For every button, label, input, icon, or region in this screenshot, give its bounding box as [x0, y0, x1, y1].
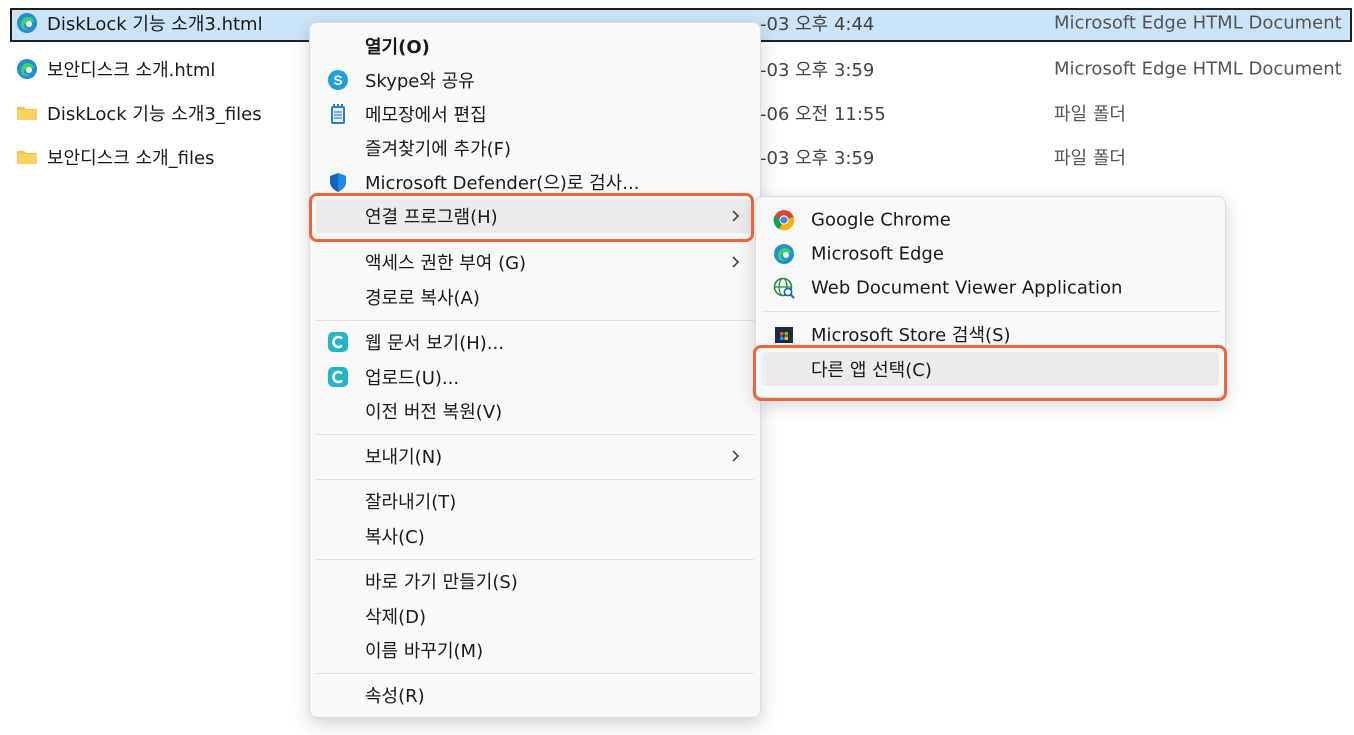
skype-icon: S: [328, 70, 348, 90]
submenu-item-label: Web Document Viewer Application: [811, 277, 1123, 299]
menu-item-label: 속성(R): [365, 686, 425, 707]
file-name: DiskLock 기능 소개3_files: [47, 104, 262, 125]
menu-item-rename[interactable]: 이름 바꾸기(M): [316, 633, 754, 667]
file-name: 보안디스크 소개_files: [47, 148, 215, 169]
menu-item-defender-scan[interactable]: Microsoft Defender(으)로 검사...: [316, 165, 754, 199]
menu-item-open-with[interactable]: 연결 프로그램(H): [316, 199, 754, 233]
menu-item-label: 잘라내기(T): [365, 492, 457, 513]
submenu-item-label: 다른 앱 선택(C): [811, 360, 932, 381]
menu-item-label: 웹 문서 보기(H)...: [365, 333, 504, 354]
svg-text:S: S: [333, 72, 342, 88]
file-type: 파일 폴더: [1054, 104, 1126, 125]
menu-item-label: 액세스 권한 부여 (G): [365, 253, 527, 274]
menu-item-label: 열기(O): [365, 37, 430, 58]
menu-separator: [316, 559, 754, 560]
menu-item-label: 복사(C): [365, 527, 425, 548]
menu-item-label: 바로 가기 만들기(S): [365, 572, 518, 593]
menu-item-add-favorites[interactable]: 즐겨찾기에 추가(F): [316, 131, 754, 165]
menu-item-open[interactable]: 열기(O): [316, 29, 754, 63]
menu-item-share-skype[interactable]: S Skype와 공유: [316, 63, 754, 97]
menu-separator: [762, 311, 1219, 312]
menu-item-send-to[interactable]: 보내기(N): [316, 439, 754, 473]
submenu-item-store-search[interactable]: Microsoft Store 검색(S): [762, 317, 1219, 351]
submenu-item-google-chrome[interactable]: Google Chrome: [762, 203, 1219, 237]
menu-item-copy-as-path[interactable]: 경로로 복사(A): [316, 280, 754, 314]
chevron-right-icon: [732, 450, 740, 462]
menu-item-upload[interactable]: 업로드(U)...: [316, 360, 754, 394]
explorer-window: DiskLock 기능 소개3.html -03 오후 4:44 Microso…: [0, 0, 1354, 735]
cloud-c-icon: [328, 332, 348, 352]
file-type: 파일 폴더: [1054, 148, 1126, 169]
submenu-item-label: Google Chrome: [811, 209, 951, 231]
file-date: -03 오후 3:59: [760, 148, 875, 169]
menu-item-label: 삭제(D): [365, 607, 427, 628]
context-menu: 열기(O) S Skype와 공유 메모장에서 편집 즐겨찾기에 추가(F) M…: [309, 22, 761, 718]
menu-item-cut[interactable]: 잘라내기(T): [316, 484, 754, 518]
file-name: DiskLock 기능 소개3.html: [47, 14, 263, 35]
menu-item-label: 업로드(U)...: [365, 368, 460, 389]
submenu-item-choose-another-app[interactable]: 다른 앱 선택(C): [762, 352, 1219, 386]
submenu-item-label: Microsoft Store 검색(S): [811, 325, 1011, 346]
submenu-item-microsoft-edge[interactable]: Microsoft Edge: [762, 237, 1219, 271]
chevron-right-icon: [732, 210, 740, 222]
store-icon: [775, 327, 793, 343]
menu-item-label: Skype와 공유: [365, 71, 475, 92]
file-type: Microsoft Edge HTML Document: [1054, 12, 1342, 34]
defender-shield-icon: [330, 173, 346, 192]
chevron-right-icon: [732, 256, 740, 268]
menu-item-copy[interactable]: 복사(C): [316, 519, 754, 553]
edge-icon: [17, 13, 37, 33]
file-type: Microsoft Edge HTML Document: [1054, 58, 1342, 80]
menu-item-label: 보내기(N): [365, 447, 443, 468]
menu-item-properties[interactable]: 속성(R): [316, 678, 754, 712]
submenu-item-label: Microsoft Edge: [811, 243, 944, 265]
web-viewer-icon: [773, 277, 795, 299]
menu-item-label: 즐겨찾기에 추가(F): [365, 139, 512, 160]
menu-item-give-access[interactable]: 액세스 권한 부여 (G): [316, 245, 754, 279]
menu-item-delete[interactable]: 삭제(D): [316, 599, 754, 633]
open-with-submenu: Google Chrome Microsoft Edge Web Documen…: [755, 196, 1226, 398]
file-date: -03 오후 4:44: [760, 14, 875, 35]
submenu-item-web-document-viewer[interactable]: Web Document Viewer Application: [762, 271, 1219, 305]
menu-item-label: 경로로 복사(A): [365, 288, 480, 309]
menu-item-label: 연결 프로그램(H): [365, 207, 498, 228]
folder-icon: [17, 107, 37, 120]
file-date: -06 오전 11:55: [760, 104, 886, 125]
menu-item-label: 메모장에서 편집: [365, 105, 487, 126]
menu-item-restore-previous[interactable]: 이전 버전 복원(V): [316, 394, 754, 428]
menu-separator: [316, 320, 754, 321]
menu-item-create-shortcut[interactable]: 바로 가기 만들기(S): [316, 564, 754, 598]
menu-separator: [316, 673, 754, 674]
menu-item-label: Microsoft Defender(으)로 검사...: [365, 173, 640, 194]
cloud-c-icon: [328, 367, 348, 387]
notepad-icon: [331, 104, 345, 124]
menu-item-view-web-doc[interactable]: 웹 문서 보기(H)...: [316, 325, 754, 359]
menu-separator: [316, 434, 754, 435]
chrome-icon: [773, 210, 795, 231]
folder-icon: [17, 151, 37, 164]
file-date: -03 오후 3:59: [760, 60, 875, 81]
menu-separator: [316, 479, 754, 480]
edge-icon: [774, 244, 794, 264]
file-name: 보안디스크 소개.html: [47, 60, 216, 81]
menu-item-label: 이름 바꾸기(M): [365, 641, 484, 662]
menu-item-edit-notepad[interactable]: 메모장에서 편집: [316, 97, 754, 131]
edge-icon: [17, 59, 37, 79]
menu-item-label: 이전 버전 복원(V): [365, 402, 503, 423]
